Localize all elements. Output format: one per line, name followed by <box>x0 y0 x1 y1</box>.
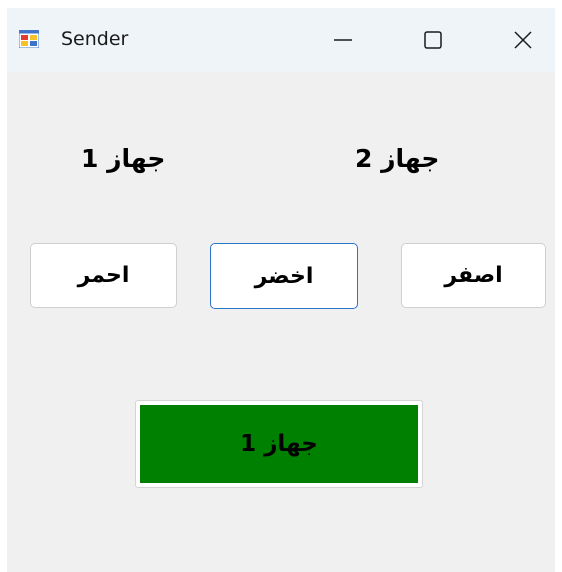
close-button[interactable] <box>493 8 553 72</box>
device1-label: جهاز 1 <box>81 144 166 173</box>
minimize-icon <box>332 29 354 51</box>
status-display: جهاز 1 <box>135 400 423 488</box>
red-button[interactable]: احمر <box>30 243 177 308</box>
green-button[interactable]: اخضر <box>210 243 358 309</box>
form-app-icon <box>18 29 40 49</box>
maximize-icon <box>422 29 444 51</box>
device2-label: جهاز 2 <box>355 144 440 173</box>
minimize-button[interactable] <box>313 8 373 72</box>
window-title: Sender <box>61 28 129 50</box>
app-window: Sender جهاز 1 جهاز 2 احمر اخضر اصفر جهاز… <box>7 8 555 572</box>
title-bar[interactable]: Sender <box>7 8 555 72</box>
maximize-button[interactable] <box>403 8 463 72</box>
close-icon <box>512 29 534 51</box>
yellow-button[interactable]: اصفر <box>401 243 546 308</box>
